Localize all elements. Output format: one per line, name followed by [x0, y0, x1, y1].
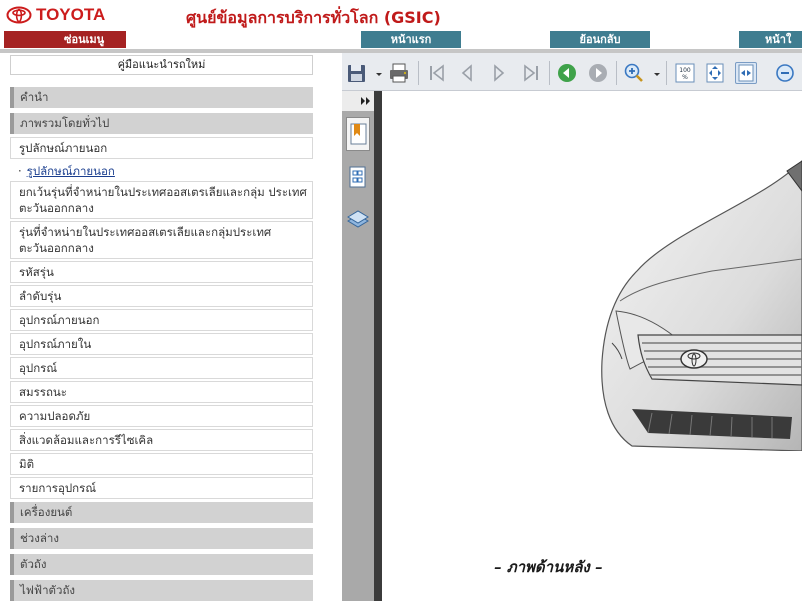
- back-button[interactable]: ย้อนกลับ: [550, 31, 650, 48]
- toyota-emblem-icon: [6, 6, 32, 24]
- sidebar-item-environment[interactable]: สิ่งแวดล้อมและการรีไซเคิล: [10, 429, 313, 451]
- navigation-pane: [342, 91, 374, 601]
- sidebar-item-equipment-list[interactable]: รายการอุปกรณ์: [10, 477, 313, 499]
- pdf-viewer: 100% – ภาพด้านหลัง –: [342, 53, 802, 601]
- sidebar-item-engine[interactable]: เครื่องยนต์: [10, 502, 313, 523]
- go-forward-icon[interactable]: [587, 62, 609, 84]
- sidebar-subitem-exterior[interactable]: · รูปลักษณ์ภายนอก: [10, 162, 313, 180]
- sidebar-item-model-line[interactable]: ลำดับรุ่น: [10, 285, 313, 307]
- next-page-button[interactable]: หน้าใ: [739, 31, 802, 48]
- double-chevron-right-icon: [361, 97, 370, 105]
- sidebar-subitem-label: รูปลักษณ์ภายนอก: [26, 164, 115, 178]
- bullet: ·: [18, 164, 22, 178]
- sidebar-item-exterior-equipment[interactable]: อุปกรณ์ภายนอก: [10, 309, 313, 331]
- sidebar-item-exterior[interactable]: รูปลักษณ์ภายนอก: [10, 137, 313, 159]
- fit-width-icon[interactable]: [735, 62, 757, 84]
- pdf-toolbar: 100%: [342, 53, 802, 91]
- layers-icon[interactable]: [346, 203, 370, 237]
- toyota-logo[interactable]: TOYOTA: [6, 5, 105, 25]
- zoom-out-icon[interactable]: [774, 62, 796, 84]
- zoom-in-icon[interactable]: [623, 62, 645, 84]
- sidebar-item-dimensions[interactable]: มิติ: [10, 453, 313, 475]
- svg-text:%: %: [682, 74, 688, 81]
- page-caption: – ภาพด้านหลัง –: [494, 558, 603, 576]
- last-page-icon[interactable]: [520, 62, 542, 84]
- car-front-image: [601, 160, 802, 451]
- sidebar-item-chassis[interactable]: ช่วงล่าง: [10, 528, 313, 549]
- hide-menu-button[interactable]: ซ่อนเมนู: [4, 31, 126, 48]
- sidebar-item-aus-me-models[interactable]: รุ่นที่จำหน่ายในประเทศออสเตรเลียและกลุ่ม…: [10, 221, 313, 259]
- next-page-icon[interactable]: [488, 62, 510, 84]
- sidebar-item-except-aus-me[interactable]: ยกเว้นรุ่นที่จำหน่ายในประเทศออสเตรเลียแล…: [10, 181, 313, 219]
- fit-page-icon[interactable]: [704, 62, 726, 84]
- sidebar-item-general-overview[interactable]: ภาพรวมโดยทั่วไป: [10, 113, 313, 134]
- bookmarks-icon[interactable]: [346, 117, 370, 151]
- toolbar-separator: [418, 61, 419, 85]
- sidebar-title: คู่มือแนะนำรถใหม่: [10, 55, 313, 75]
- top-navbar: ซ่อนเมนู หน้าแรก ย้อนกลับ หน้าใ: [0, 30, 802, 48]
- first-page-icon[interactable]: [426, 62, 448, 84]
- toolbar-separator: [666, 61, 667, 85]
- previous-page-icon[interactable]: [456, 62, 478, 84]
- logo-text: TOYOTA: [36, 5, 106, 24]
- document-border: [374, 91, 382, 601]
- actual-size-icon[interactable]: 100%: [674, 62, 696, 84]
- header: TOYOTA ศูนย์ข้อมูลการบริการทั่วโลก (GSIC…: [0, 0, 802, 30]
- site-title: ศูนย์ข้อมูลการบริการทั่วโลก (GSIC): [186, 8, 441, 27]
- chevron-down-icon[interactable]: [646, 62, 660, 84]
- sidebar-item-performance[interactable]: สมรรถนะ: [10, 381, 313, 403]
- go-back-icon[interactable]: [556, 62, 578, 84]
- sidebar-menu: คู่มือแนะนำรถใหม่ คำนำ ภาพรวมโดยทั่วไป ร…: [0, 53, 342, 601]
- print-icon[interactable]: [388, 62, 410, 84]
- sidebar-item-model-code[interactable]: รหัสรุ่น: [10, 261, 313, 283]
- home-button[interactable]: หน้าแรก: [361, 31, 461, 48]
- thumbnails-icon[interactable]: [346, 161, 370, 195]
- save-icon[interactable]: [346, 62, 368, 84]
- sidebar-item-body[interactable]: ตัวถัง: [10, 554, 313, 575]
- sidebar-item-introduction[interactable]: คำนำ: [10, 87, 313, 108]
- sidebar-item-interior-equipment[interactable]: อุปกรณ์ภายใน: [10, 333, 313, 355]
- expand-pane-button[interactable]: [342, 91, 374, 111]
- svg-text:100: 100: [679, 67, 691, 74]
- sidebar-item-safety[interactable]: ความปลอดภัย: [10, 405, 313, 427]
- sidebar-item-equipment[interactable]: อุปกรณ์: [10, 357, 313, 379]
- chevron-down-icon[interactable]: [368, 62, 382, 84]
- toolbar-separator: [616, 61, 617, 85]
- sidebar-item-body-electrical[interactable]: ไฟฟ้าตัวถัง: [10, 580, 313, 601]
- pdf-page[interactable]: – ภาพด้านหลัง –: [382, 91, 802, 601]
- toolbar-separator: [549, 61, 550, 85]
